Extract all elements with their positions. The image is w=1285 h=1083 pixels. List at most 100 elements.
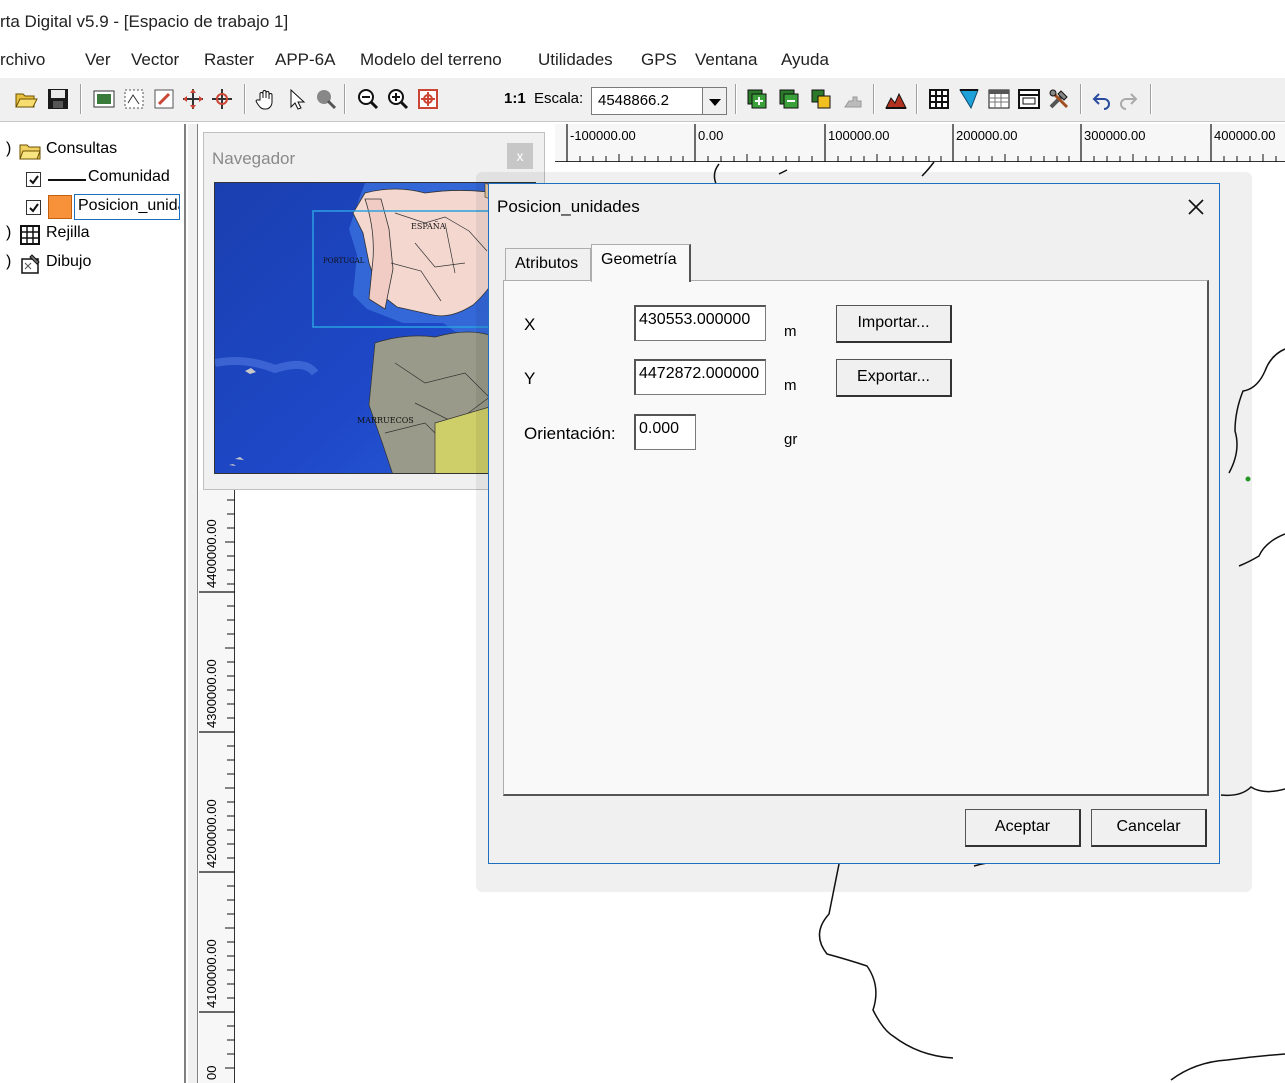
scale-prefix: 1:1 [504,90,526,107]
grid-layer-icon [20,225,40,245]
layer-label: Consultas [46,140,118,157]
tree-bracket: ) [6,224,12,241]
layer-tree-panel: ) Consultas Comunidad Posicion_unida ) R… [0,124,186,1083]
x-coordinate-input[interactable]: 430553.000000 [634,305,766,341]
tree-bracket: ) [6,140,12,157]
cancel-button[interactable]: Cancelar [1091,809,1207,847]
layer-visibility-checkbox[interactable] [26,200,41,215]
accept-button[interactable]: Aceptar [965,809,1081,847]
menu-modelo-terreno[interactable]: Modelo del terreno [360,50,502,70]
grid-move-icon[interactable] [181,87,205,111]
open-folder-icon[interactable] [14,87,38,111]
measure-icon[interactable] [957,87,981,111]
close-icon[interactable] [1181,192,1211,222]
info-query-icon[interactable] [314,87,338,111]
point-symbol [48,195,72,219]
scale-input[interactable]: 4548866.2 [591,87,703,115]
tools-icon[interactable] [1047,87,1071,111]
scale-combobox[interactable]: 4548866.2 [591,87,727,115]
layer-label: Posicion_unida [74,194,180,220]
grid-transform-icon[interactable] [210,87,234,111]
menu-ver[interactable]: Ver [85,50,111,70]
x-unit: m [784,323,797,340]
scale-label: Escala: [534,90,584,107]
layer-label: Rejilla [46,224,90,241]
x-label: X [524,315,536,334]
y-label: Y [524,369,536,388]
menu-utilidades[interactable]: Utilidades [538,50,613,70]
window-titlebar: rta Digital v5.9 - [Espacio de trabajo 1… [0,0,1285,44]
import-button[interactable]: Importar... [836,305,952,343]
orientation-input[interactable]: 0.000 [634,414,696,450]
table-icon[interactable] [987,87,1011,111]
ruler-tick-label: 200000.00 [956,128,1018,143]
toolbar-separator [80,84,82,114]
ruler-tick-label: -100000.00 [570,128,636,143]
ruler-tick-label: 400000.00 [1214,128,1276,143]
layer-add-icon[interactable] [745,87,769,111]
toolbar-separator [873,84,875,114]
posicion-unidades-dialog: Posicion_unidades Atributos Geometría X … [488,183,1220,864]
zoom-extent-icon[interactable] [416,87,440,111]
layer-remove-icon[interactable] [777,87,801,111]
grid-icon[interactable] [927,87,951,111]
y-coordinate-input[interactable]: 4472872.000000 [634,359,766,395]
layer-visibility-checkbox[interactable] [26,172,41,187]
ruler-tick-label: 4300000.00 [204,659,219,728]
line-symbol [48,179,86,181]
toolbar-separator [244,84,246,114]
toolbar-separator [916,84,918,114]
ruler-tick-label: 4200000.00 [204,799,219,868]
redo-icon[interactable] [1116,87,1140,111]
map-label-portugal: PORTUGAL [323,257,365,265]
navigator-close-button[interactable]: x [507,143,533,169]
panel-splitter[interactable] [188,124,198,1083]
ruler-tick-label: 4400000.00 [204,519,219,588]
ruler-tick-label: 100000.00 [828,128,890,143]
map-label-espana: ESPAÑA [411,222,446,231]
tab-geometria[interactable]: Geometría [591,244,691,282]
menu-gps[interactable]: GPS [641,50,677,70]
y-unit: m [784,377,797,394]
pan-hand-icon[interactable] [254,87,278,111]
toolbar-separator [735,84,737,114]
menu-vector[interactable]: Vector [131,50,179,70]
layer-label: Comunidad [88,168,170,185]
save-icon[interactable] [46,87,70,111]
ruler-tick-label: 4100000.00 [204,939,219,1008]
left-ruler: 4400000.00 4300000.00 4200000.00 4100000… [199,490,235,1083]
toolbar-separator [344,84,346,114]
toolbar-separator [1080,84,1082,114]
menu-archivo[interactable]: rchivo [0,50,45,70]
select-arrow-icon[interactable] [285,87,309,111]
window-frame-icon[interactable] [1017,87,1041,111]
geometria-tab-panel: X 430553.000000 m Importar... Y 4472872.… [503,280,1209,796]
menu-app6a[interactable]: APP-6A [275,50,335,70]
map-label-marruecos: MARRUECOS [357,416,414,425]
top-ruler: -100000.00 0.00 100000.00 200000.00 3000… [555,124,1285,162]
raster-layer-icon[interactable] [92,87,116,111]
menu-ventana[interactable]: Ventana [695,50,757,70]
window-title: rta Digital v5.9 - [Espacio de trabajo 1… [0,12,289,31]
tab-atributos[interactable]: Atributos [505,248,591,280]
edit-layer-icon[interactable] [152,87,176,111]
menu-raster[interactable]: Raster [204,50,254,70]
ruler-tick-label: 00 [204,1065,219,1080]
vector-layer-icon[interactable] [122,87,146,111]
zoom-in-icon[interactable] [386,87,410,111]
undo-icon[interactable] [1090,87,1114,111]
zoom-out-icon[interactable] [356,87,380,111]
layer-label: Dibujo [46,253,92,270]
top-ruler-ticks [566,124,1277,162]
menu-ayuda[interactable]: Ayuda [781,50,829,70]
menu-bar: rchivo Ver Vector Raster APP-6A Modelo d… [0,44,1285,76]
export-button[interactable]: Exportar... [836,359,952,397]
scale-dropdown-button[interactable] [703,87,727,115]
layer-properties-icon[interactable] [841,87,865,111]
orientation-unit: gr [784,431,798,448]
ruler-tick-label: 0.00 [698,128,724,143]
terrain-profile-icon[interactable] [884,87,908,111]
dialog-title: Posicion_unidades [497,197,640,216]
layer-order-icon[interactable] [809,87,833,111]
ruler-tick-label: 300000.00 [1084,128,1146,143]
